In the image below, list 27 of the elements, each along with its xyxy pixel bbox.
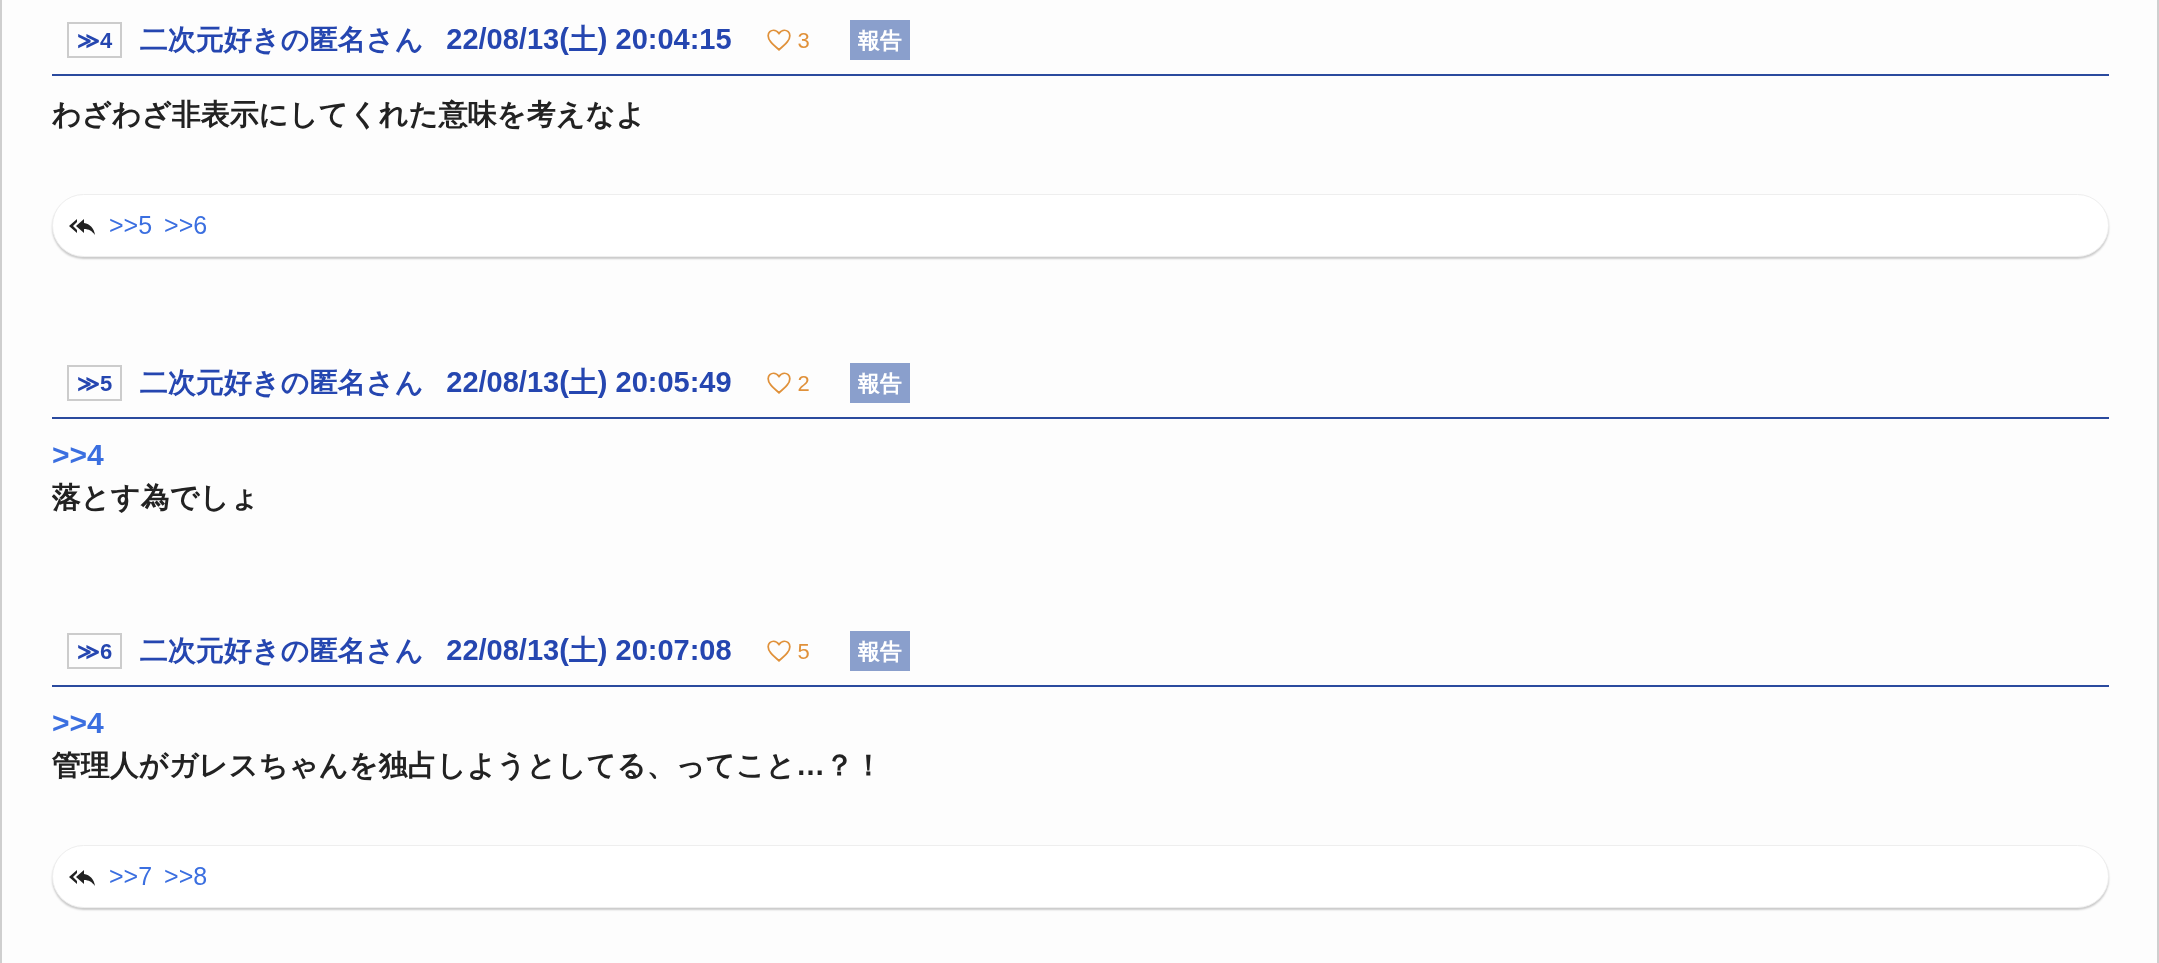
post-date: 22/08/13(土) 20:07:08 (446, 633, 732, 669)
report-button[interactable]: 報告 (849, 363, 910, 403)
heart-icon[interactable] (765, 371, 792, 395)
post-body: 落とす為でしょ (52, 480, 261, 515)
reply-link[interactable]: >>6 (164, 206, 208, 245)
anchor-link[interactable]: >>4 (52, 435, 2109, 475)
post-body: 管理人がガレスちゃんを独占しようとしてる、ってこと…？！ (52, 748, 884, 783)
report-button[interactable]: 報告 (849, 631, 910, 671)
post-date: 22/08/13(土) 20:04:15 (446, 22, 732, 58)
post-number[interactable]: ≫5 (67, 365, 123, 401)
post-number[interactable]: ≫6 (67, 633, 123, 669)
post-body: わざわざ非表示にしてくれた意味を考えなよ (52, 97, 647, 132)
like-count: 2 (797, 369, 810, 398)
post-date: 22/08/13(土) 20:05:49 (446, 365, 732, 401)
anchor-link[interactable]: >>4 (52, 703, 2109, 743)
reply-link[interactable]: >>7 (109, 857, 153, 896)
report-button[interactable]: 報告 (849, 20, 910, 60)
poster-name: 二次元好きの匿名さん (140, 366, 425, 400)
poster-name: 二次元好きの匿名さん (140, 23, 425, 57)
like-count: 3 (797, 26, 810, 55)
reply-link[interactable]: >>5 (109, 206, 153, 245)
heart-icon[interactable] (765, 28, 792, 52)
poster-name: 二次元好きの匿名さん (140, 634, 425, 668)
reply-link[interactable]: >>8 (164, 857, 208, 896)
heart-icon[interactable] (765, 639, 792, 663)
post-number[interactable]: ≫4 (67, 22, 123, 58)
like-count: 5 (797, 637, 810, 666)
